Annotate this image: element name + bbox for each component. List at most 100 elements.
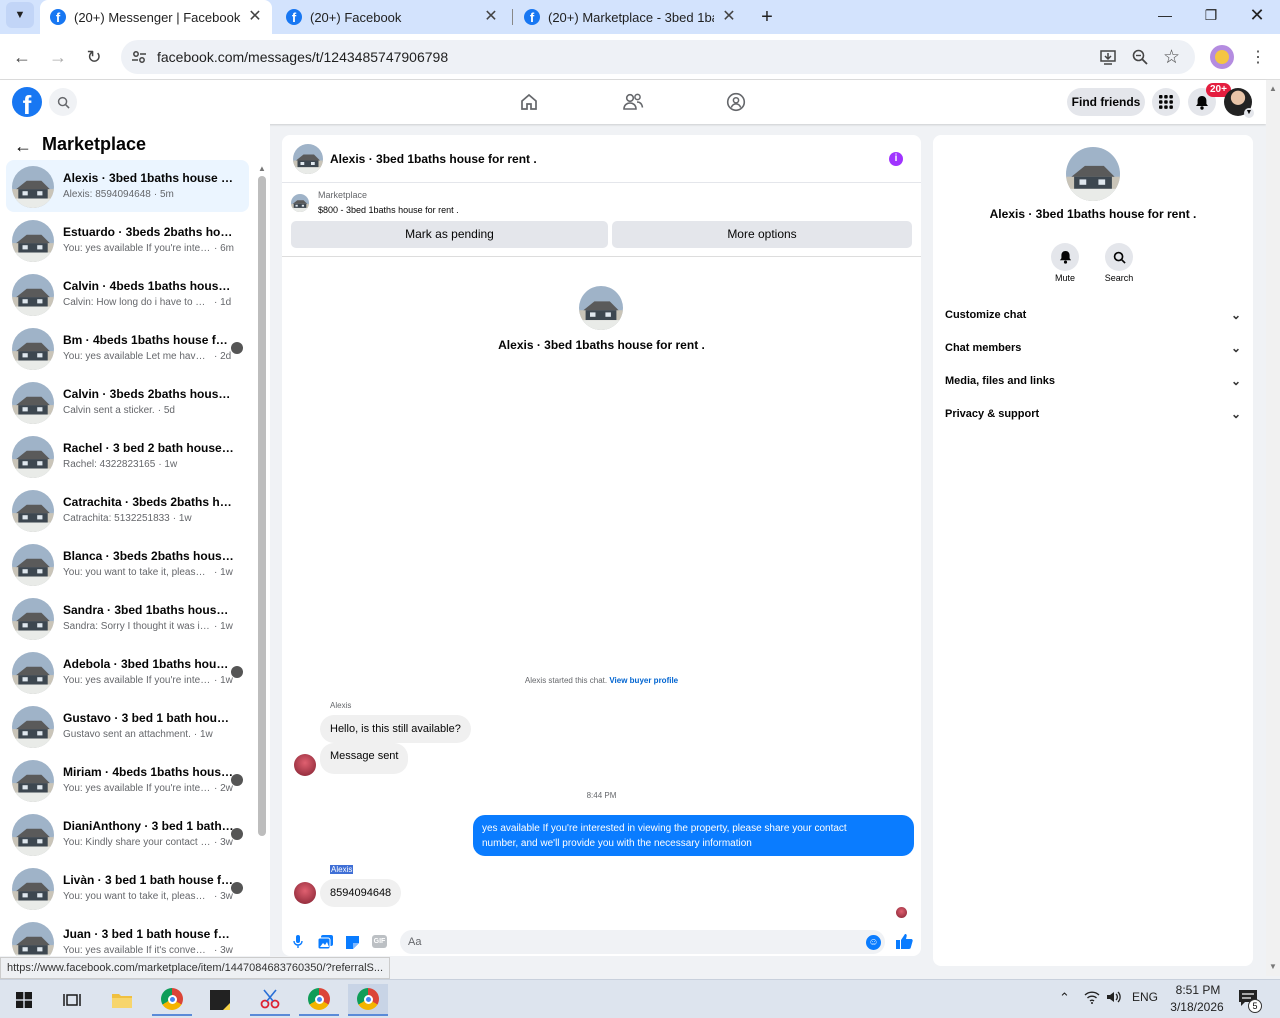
facebook-top-nav: f Find friends 20+ ▼	[0, 80, 1266, 124]
sticky-notes-button[interactable]	[200, 984, 240, 1016]
tab-marketplace[interactable]: f (20+) Marketplace - 3bed 1bat ✕	[514, 0, 746, 34]
menu-button[interactable]	[1152, 88, 1180, 116]
view-buyer-profile-link[interactable]: View buyer profile	[609, 676, 678, 685]
find-friends-button[interactable]: Find friends	[1067, 88, 1145, 116]
conversation-list-scrollbar[interactable]	[258, 176, 266, 836]
mark-as-pending-button[interactable]: Mark as pending	[291, 221, 608, 248]
conversation-item[interactable]: Blanca · 3beds 2baths house for rent You:…	[6, 538, 249, 590]
listing-thumbnail[interactable]	[291, 194, 309, 212]
outgoing-message[interactable]: yes available If you're interested in vi…	[473, 815, 914, 856]
new-tab-button[interactable]: +	[752, 2, 782, 32]
sender-avatar[interactable]	[294, 754, 316, 776]
privacy-support-section[interactable]: Privacy & support ⌄	[945, 402, 1243, 426]
site-settings-icon[interactable]	[131, 49, 147, 65]
restore-button[interactable]: ❐	[1188, 0, 1234, 30]
conversation-item[interactable]: Calvin · 4beds 1baths house for rent Calv…	[6, 268, 249, 320]
conversation-avatar	[12, 760, 54, 802]
more-options-button[interactable]: More options	[612, 221, 912, 248]
chrome-profile-button[interactable]	[299, 984, 339, 1016]
incoming-message[interactable]: Message sent	[320, 743, 409, 774]
forward-button[interactable]: →	[43, 42, 73, 72]
mute-button[interactable]	[1051, 243, 1079, 271]
sender-avatar[interactable]	[294, 882, 316, 904]
back-arrow-icon[interactable]: ←	[14, 136, 32, 157]
conversation-item[interactable]: Livàn · 3 bed 1 bath house for rent You: …	[6, 862, 249, 914]
minimize-button[interactable]: —	[1142, 0, 1188, 30]
photo-icon[interactable]	[318, 935, 333, 949]
conversation-name: Livàn · 3 bed 1 bath house for rent	[63, 873, 235, 887]
scroll-up-icon[interactable]: ▲	[1269, 84, 1277, 93]
clock-time[interactable]: 8:51 PM	[1170, 983, 1226, 997]
close-tab-icon[interactable]: ✕	[482, 8, 500, 26]
conversation-item[interactable]: Gustavo · 3 bed 1 bath house for rent Gus…	[6, 700, 249, 752]
close-window-button[interactable]: ✕	[1234, 0, 1280, 30]
listing-title[interactable]: $800 - 3bed 1baths house for rent .	[318, 205, 459, 215]
close-tab-icon[interactable]: ✕	[720, 8, 738, 26]
conversation-item[interactable]: Adebola · 3bed 1baths house for rent You:…	[6, 646, 249, 698]
conversation-avatar	[12, 652, 54, 694]
chat-title[interactable]: Alexis · 3bed 1baths house for rent .	[330, 152, 537, 166]
close-tab-icon[interactable]: ✕	[246, 8, 264, 26]
language-indicator[interactable]: ENG	[1132, 990, 1158, 1004]
install-app-icon[interactable]	[1099, 48, 1117, 66]
tab-search-button[interactable]: ▼	[6, 2, 34, 28]
home-icon[interactable]	[519, 92, 539, 112]
customize-chat-section[interactable]: Customize chat ⌄	[945, 303, 1243, 327]
zoom-icon[interactable]	[1131, 48, 1149, 66]
plus-icon: +	[761, 5, 773, 28]
wifi-icon[interactable]	[1084, 990, 1100, 1004]
conversation-item[interactable]: Catrachita · 3beds 2baths house for rent…	[6, 484, 249, 536]
browser-menu-button[interactable]: ⋮	[1243, 42, 1273, 72]
sticker-icon[interactable]	[345, 935, 360, 949]
microphone-icon[interactable]	[293, 935, 303, 949]
volume-icon[interactable]	[1106, 990, 1122, 1004]
bell-icon	[1196, 95, 1208, 110]
incoming-message[interactable]: 8594094648	[320, 879, 402, 907]
bookmark-star-icon[interactable]: ☆	[1163, 46, 1180, 69]
conversation-item[interactable]: Calvin · 3beds 2baths house for rent Calv…	[6, 376, 249, 428]
conversation-item[interactable]: Sandra · 3bed 1baths house for rent Sandr…	[6, 592, 249, 644]
chrome-taskbar-button[interactable]	[152, 984, 192, 1016]
reload-button[interactable]: ↻	[79, 42, 109, 72]
page-scrollbar[interactable]: ▲ ▼	[1266, 80, 1280, 976]
contact-avatar[interactable]	[1066, 147, 1120, 201]
groups-icon[interactable]	[726, 92, 746, 112]
media-files-links-section[interactable]: Media, files and links ⌄	[945, 369, 1243, 393]
file-explorer-button[interactable]	[102, 984, 142, 1016]
search-in-chat-button[interactable]	[1105, 243, 1133, 271]
profile-avatar[interactable]	[1210, 45, 1234, 69]
emoji-icon[interactable]: ☺	[866, 935, 881, 950]
chrome-active-button[interactable]	[348, 984, 388, 1016]
conversation-item[interactable]: Rachel · 3 bed 2 bath house for rent Rach…	[6, 430, 249, 482]
back-button[interactable]: ←	[7, 42, 37, 72]
thumbs-up-icon[interactable]	[896, 933, 913, 950]
facebook-logo-icon[interactable]: f	[12, 87, 42, 117]
scroll-down-icon[interactable]: ▼	[1269, 962, 1277, 971]
tab-messenger[interactable]: f (20+) Messenger | Facebook ✕	[40, 0, 272, 34]
tab-facebook[interactable]: f (20+) Facebook ✕	[276, 0, 508, 34]
message-input[interactable]: Aa	[400, 930, 885, 954]
task-view-button[interactable]	[52, 984, 92, 1016]
section-label: Privacy & support	[945, 408, 1040, 420]
conversation-item[interactable]: Juan · 3 bed 1 bath house for rent You: y…	[6, 916, 249, 956]
conversation-item[interactable]: Miriam · 4beds 1baths house for rent You:…	[6, 754, 249, 806]
chat-center-avatar[interactable]	[579, 286, 623, 330]
scroll-up-icon[interactable]: ▲	[258, 164, 266, 173]
conversation-item[interactable]: Estuardo · 3beds 2baths house for rent Yo…	[6, 214, 249, 266]
address-bar[interactable]: facebook.com/messages/t/1243485747906798…	[121, 40, 1195, 74]
chat-avatar[interactable]	[293, 144, 323, 174]
friends-icon[interactable]	[622, 92, 644, 112]
clock-date[interactable]: 3/18/2026	[1166, 1000, 1228, 1014]
conversation-item[interactable]: Alexis · 3bed 1baths house for rent . Ale…	[6, 160, 249, 212]
info-icon[interactable]: i	[889, 152, 903, 166]
conversation-item[interactable]: DianiAnthony · 3 bed 1 bath house You: Ki…	[6, 808, 249, 860]
tray-chevron-up-icon[interactable]: ⌃	[1059, 990, 1070, 1006]
incoming-message[interactable]: Hello, is this still available?	[320, 715, 471, 743]
snipping-tool-button[interactable]	[250, 984, 290, 1016]
gif-icon[interactable]: GIF	[372, 935, 387, 948]
chat-members-section[interactable]: Chat members ⌄	[945, 336, 1243, 360]
conversation-item[interactable]: Bm · 4beds 1baths house for rent You: yes…	[6, 322, 249, 374]
conversation-avatar	[12, 598, 54, 640]
start-button[interactable]	[4, 984, 44, 1016]
search-button[interactable]	[49, 88, 77, 116]
